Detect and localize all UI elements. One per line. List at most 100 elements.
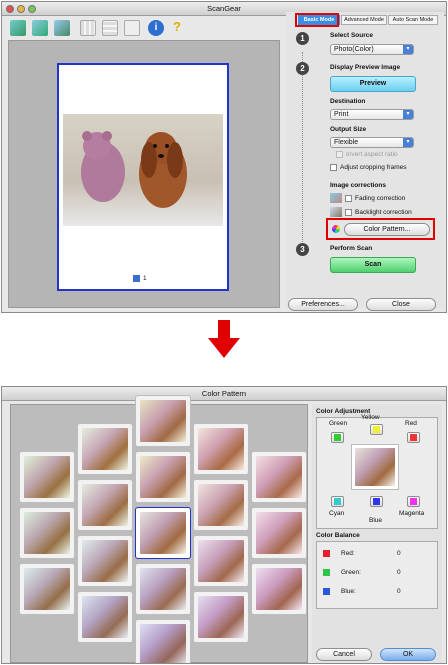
rotate-right-icon[interactable] bbox=[32, 20, 48, 36]
tinted-photo bbox=[82, 540, 128, 582]
tinted-photo bbox=[82, 596, 128, 638]
basic-mode-highlight bbox=[295, 13, 339, 27]
pattern-thumbnail[interactable] bbox=[19, 451, 75, 503]
tinted-photo bbox=[198, 540, 244, 582]
green-arrow-icon bbox=[334, 434, 341, 441]
tinted-photo bbox=[24, 456, 70, 498]
invert-aspect-label: Invert aspect ratio bbox=[346, 151, 398, 158]
chevron-down-icon: ▾ bbox=[403, 138, 413, 147]
tinted-photo bbox=[24, 568, 70, 610]
pattern-thumbnail[interactable] bbox=[135, 619, 191, 663]
whole-image-view-icon[interactable] bbox=[102, 20, 118, 36]
chevron-down-icon: ▾ bbox=[403, 110, 413, 119]
pattern-thumbnail[interactable] bbox=[19, 563, 75, 615]
pattern-thumbnail[interactable] bbox=[251, 563, 307, 615]
pattern-thumbnail[interactable] bbox=[135, 451, 191, 503]
settings-panel: Basic Mode Advanced Mode Auto Scan Mode … bbox=[286, 12, 444, 311]
preview-area: 1 bbox=[8, 40, 280, 308]
step-connector bbox=[302, 52, 303, 248]
thumbnail-view-icon[interactable] bbox=[80, 20, 96, 36]
preview-photo bbox=[63, 114, 223, 226]
cancel-button[interactable]: Cancel bbox=[316, 648, 372, 661]
minimize-window-icon[interactable] bbox=[17, 5, 25, 13]
scan-button[interactable]: Scan bbox=[330, 257, 416, 273]
color-balance-box: Red: 0 Green: 0 Blue: 0 bbox=[316, 541, 438, 609]
cyan-arrow-icon bbox=[334, 498, 341, 505]
tinted-photo bbox=[140, 456, 186, 498]
tinted-photo bbox=[198, 484, 244, 526]
help-icon[interactable]: ? bbox=[169, 19, 185, 35]
magenta-arrow-icon bbox=[410, 498, 417, 505]
image-corrections-title: Image corrections bbox=[330, 182, 386, 189]
blue-swatch bbox=[323, 588, 330, 595]
magenta-label: Magenta bbox=[399, 510, 425, 517]
tab-auto-scan-mode[interactable]: Auto Scan Mode bbox=[388, 15, 438, 25]
dog-and-teddy-photo bbox=[81, 131, 187, 208]
color-pattern-titlebar: Color Pattern bbox=[2, 387, 446, 401]
cyan-adjust-button[interactable] bbox=[331, 496, 344, 507]
tab-advanced-mode[interactable]: Advanced Mode bbox=[341, 15, 387, 25]
select-source-dropdown[interactable]: Photo(Color) ▾ bbox=[330, 44, 414, 55]
pattern-thumbnail[interactable] bbox=[135, 395, 191, 447]
output-size-value: Flexible bbox=[334, 139, 359, 146]
display-preview-title: Display Preview Image bbox=[330, 64, 401, 71]
clear-icon[interactable] bbox=[124, 20, 140, 36]
pattern-thumbnail[interactable] bbox=[193, 423, 249, 475]
red-balance-value: 0 bbox=[397, 550, 401, 557]
pattern-thumbnail[interactable] bbox=[77, 423, 133, 475]
blue-adjust-button[interactable] bbox=[370, 496, 383, 507]
down-arrow-icon bbox=[208, 320, 240, 358]
fading-correction-checkbox[interactable] bbox=[345, 195, 352, 202]
close-window-icon[interactable] bbox=[6, 5, 14, 13]
pattern-thumbnail-selected[interactable] bbox=[135, 507, 191, 559]
info-icon[interactable]: i bbox=[148, 20, 164, 36]
cyan-label: Cyan bbox=[329, 510, 345, 517]
zoom-window-icon[interactable] bbox=[28, 5, 36, 13]
green-adjust-button[interactable] bbox=[331, 432, 344, 443]
pattern-thumbnail[interactable] bbox=[77, 479, 133, 531]
step-1-badge: 1 bbox=[296, 32, 309, 45]
pattern-thumbnail[interactable] bbox=[251, 451, 307, 503]
tinted-photo bbox=[355, 448, 395, 486]
preferences-button[interactable]: Preferences... bbox=[288, 298, 358, 311]
tinted-photo bbox=[140, 624, 186, 663]
pattern-thumbnail[interactable] bbox=[77, 535, 133, 587]
destination-value: Print bbox=[334, 111, 349, 118]
pattern-thumbnail[interactable] bbox=[193, 479, 249, 531]
green-balance-value: 0 bbox=[397, 569, 401, 576]
pattern-thumbnail[interactable] bbox=[77, 591, 133, 643]
green-balance-label: Green: bbox=[341, 569, 361, 576]
blue-balance-value: 0 bbox=[397, 588, 401, 595]
preview-page[interactable]: 1 bbox=[57, 63, 229, 291]
pattern-thumbnail[interactable] bbox=[19, 507, 75, 559]
backlight-correction-checkbox[interactable] bbox=[345, 209, 352, 216]
color-adjustment-box: Green Yellow Red Cyan Blue Magenta bbox=[316, 414, 438, 529]
green-label: Green bbox=[329, 420, 348, 427]
red-arrow-icon bbox=[410, 434, 417, 441]
adjust-cropping-checkbox[interactable] bbox=[330, 164, 337, 171]
preview-select-checkbox[interactable] bbox=[133, 275, 140, 282]
pattern-thumbnail[interactable] bbox=[135, 563, 191, 615]
invert-aspect-checkbox[interactable] bbox=[336, 151, 343, 158]
pattern-grid bbox=[10, 395, 308, 663]
output-size-dropdown[interactable]: Flexible ▾ bbox=[330, 137, 414, 148]
pattern-thumbnail[interactable] bbox=[193, 535, 249, 587]
ok-button[interactable]: OK bbox=[380, 648, 436, 661]
pattern-thumbnail[interactable] bbox=[193, 591, 249, 643]
backlight-correction-icon bbox=[330, 207, 342, 217]
magenta-adjust-button[interactable] bbox=[407, 496, 420, 507]
tinted-photo bbox=[198, 428, 244, 470]
yellow-adjust-button[interactable] bbox=[370, 424, 383, 435]
auto-crop-icon[interactable] bbox=[54, 20, 70, 36]
close-button[interactable]: Close bbox=[366, 298, 436, 311]
preview-button[interactable]: Preview bbox=[330, 76, 416, 92]
red-adjust-button[interactable] bbox=[407, 432, 420, 443]
destination-dropdown[interactable]: Print ▾ bbox=[330, 109, 414, 120]
pattern-thumbnail[interactable] bbox=[251, 507, 307, 559]
backlight-correction-label: Backlight correction bbox=[355, 209, 412, 216]
fading-correction-icon bbox=[330, 193, 342, 203]
rotate-left-icon[interactable] bbox=[10, 20, 26, 36]
select-source-title: Select Source bbox=[330, 32, 373, 39]
blue-arrow-icon bbox=[373, 498, 380, 505]
tinted-photo bbox=[82, 484, 128, 526]
